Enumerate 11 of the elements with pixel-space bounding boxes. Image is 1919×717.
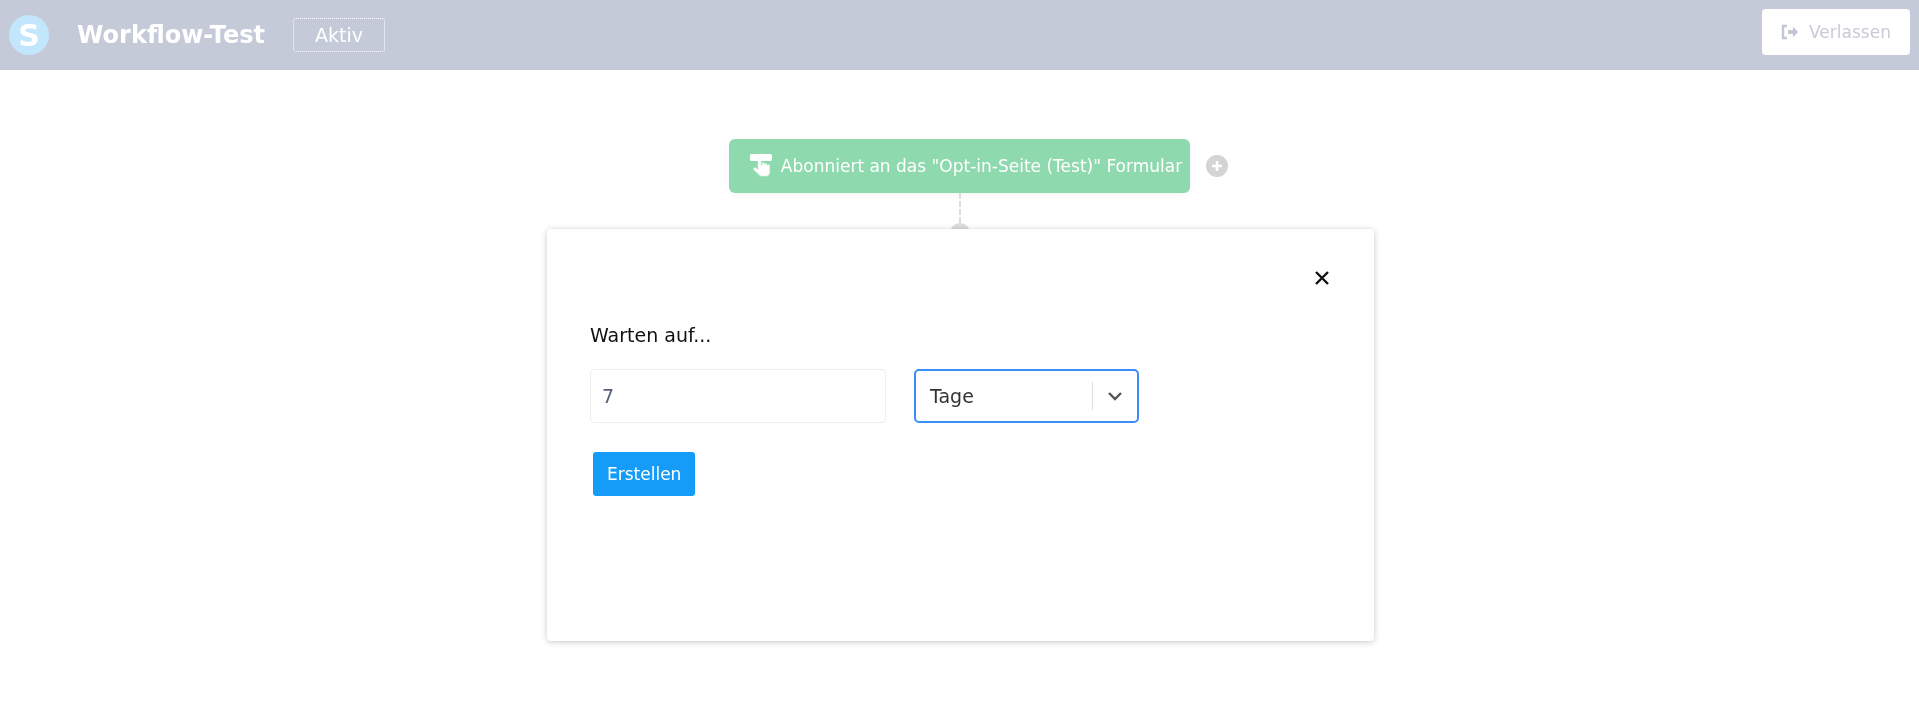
trigger-node[interactable]: Abonniert an das "Opt-in-Seite (Test)" Formular [728,139,1191,193]
amount-input-field[interactable]: 7 [590,369,886,423]
create-button[interactable]: Erstellen [593,452,696,496]
unit-select[interactable]: Tage [914,369,1139,423]
close-icon[interactable] [1314,270,1330,286]
dialog-heading: Warten auf... [590,324,713,346]
hand-pointer-icon [748,153,773,179]
exit-icon [1781,23,1800,40]
workflow-title: Workflow-Test [77,21,265,49]
logo-icon: S [9,15,49,55]
chevron-down-icon [1107,391,1123,401]
